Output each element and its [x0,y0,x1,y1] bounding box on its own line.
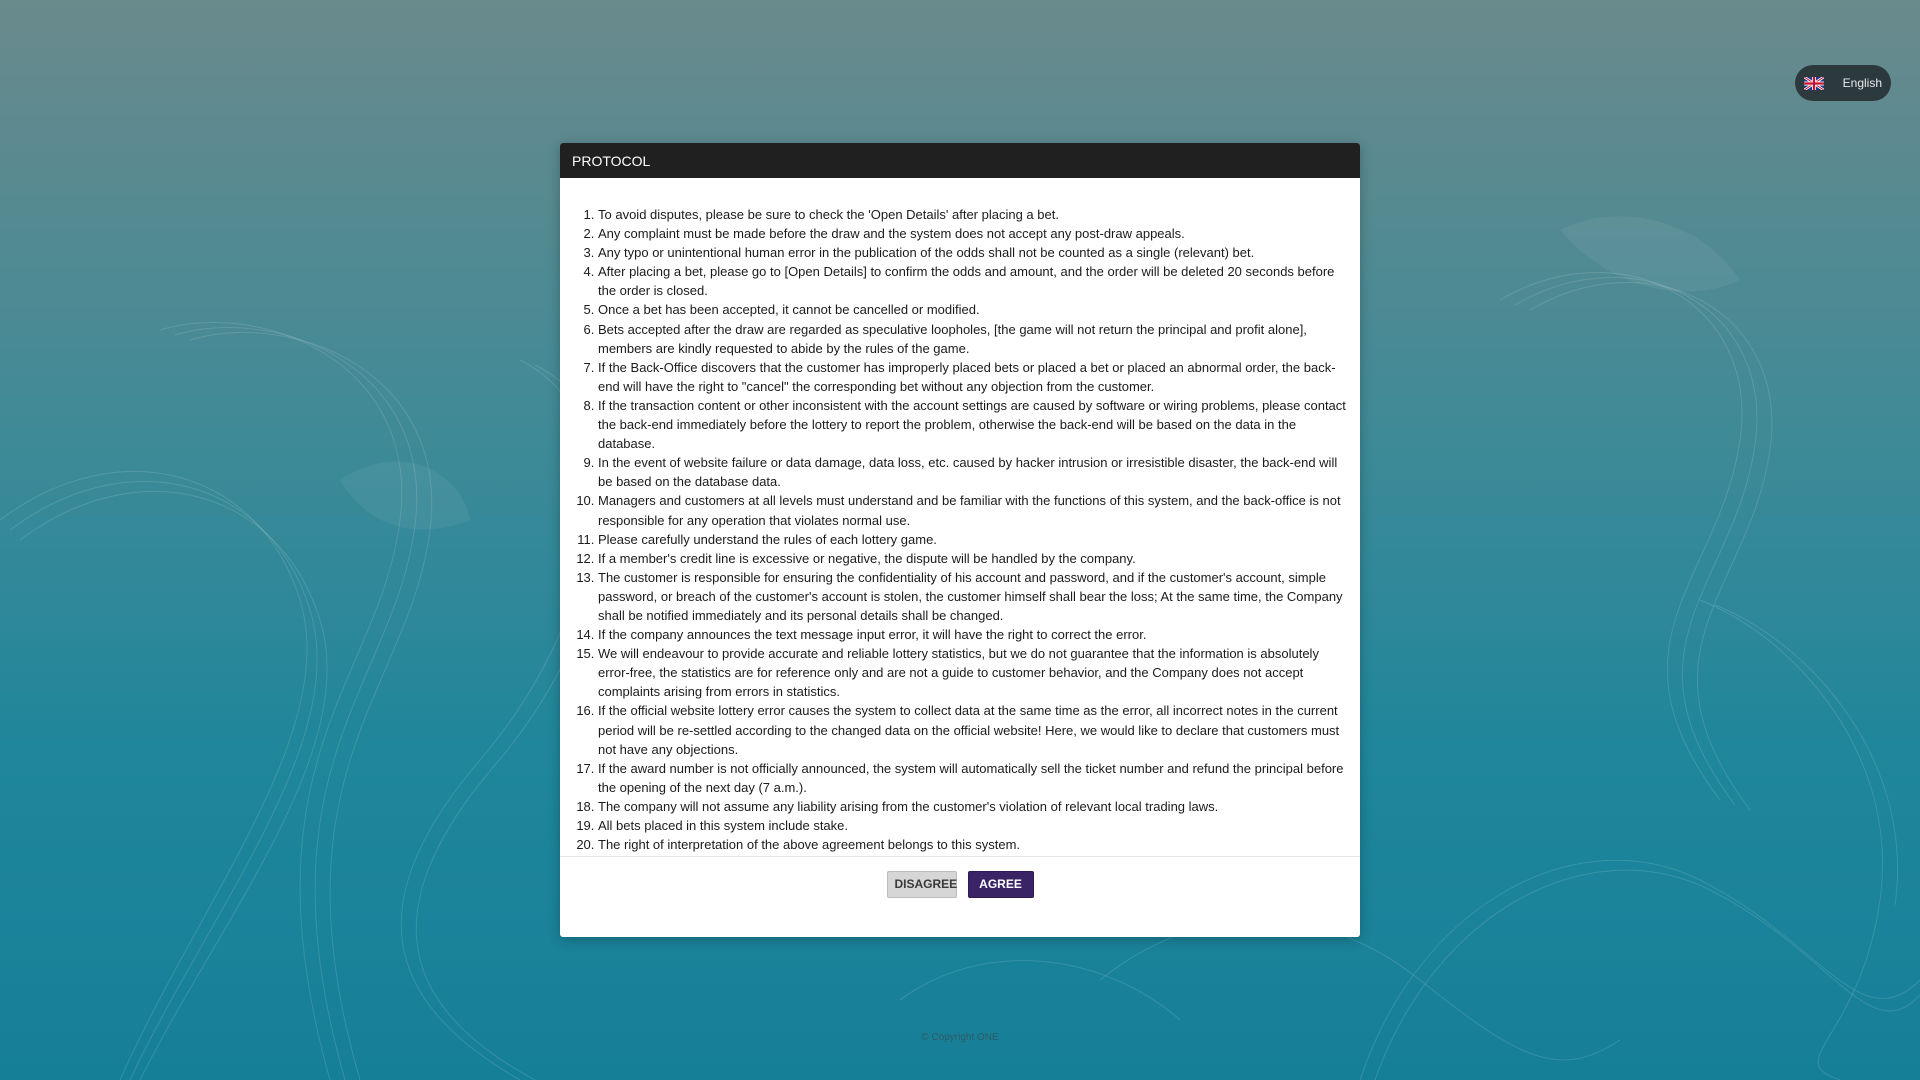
disagree-button[interactable]: DISAGREE [886,870,957,898]
rule-item: The company will not assume any liabilit… [598,797,1352,816]
language-label: English [1842,76,1882,90]
rule-item: If the official website lottery error ca… [598,701,1352,758]
rule-item: If a member's credit line is excessive o… [598,549,1352,568]
rule-item: The right of interpretation of the above… [598,835,1352,854]
rule-item: Any typo or unintentional human error in… [598,243,1352,262]
rule-item: If the transaction content or other inco… [598,396,1352,453]
rule-item: To avoid disputes, please be sure to che… [598,205,1352,224]
rule-item: If the Back-Office discovers that the cu… [598,358,1352,396]
rule-item: In the event of website failure or data … [598,453,1352,491]
dialog-title: PROTOCOL [572,152,651,169]
agree-button[interactable]: AGREE [967,870,1034,898]
dialog-body: To avoid disputes, please be sure to che… [560,178,1360,856]
rule-item: We will endeavour to provide accurate an… [598,644,1352,701]
rule-item: After placing a bet, please go to [Open … [598,262,1352,300]
rule-item: Bets accepted after the draw are regarde… [598,320,1352,358]
uk-flag-icon [1804,76,1824,90]
language-switcher[interactable]: English [1795,65,1891,101]
rule-item: Once a bet has been accepted, it cannot … [598,300,1352,319]
dialog-header: PROTOCOL [560,143,1360,178]
rule-item: Managers and customers at all levels mus… [598,491,1352,529]
rule-item: Any complaint must be made before the dr… [598,224,1352,243]
rule-item: If the award number is not officially an… [598,759,1352,797]
protocol-dialog: PROTOCOL To avoid disputes, please be su… [560,143,1360,937]
dialog-footer: DISAGREE AGREE [560,856,1360,911]
rule-item: If the company announces the text messag… [598,625,1352,644]
rule-item: The customer is responsible for ensuring… [598,568,1352,625]
rule-item: Please carefully understand the rules of… [598,530,1352,549]
copyright-text: © Copyright ONE [921,1032,999,1043]
rule-item: All bets placed in this system include s… [598,816,1352,835]
protocol-rules-list: To avoid disputes, please be sure to che… [570,205,1352,854]
